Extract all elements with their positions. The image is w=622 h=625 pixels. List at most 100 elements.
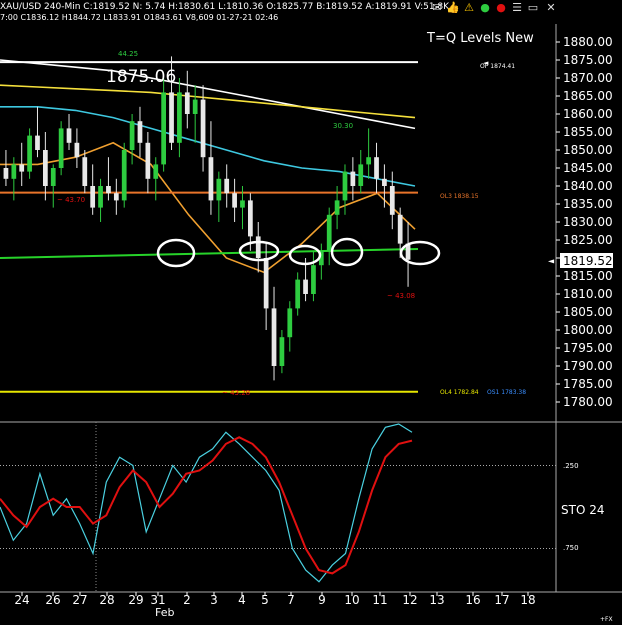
annotation-high-price: 1875.06	[106, 67, 176, 87]
candle-body	[3, 168, 9, 179]
y-tick-label: 1830.00	[563, 215, 613, 229]
candle-body	[397, 214, 403, 244]
os1-level-label: OS1 1783.38	[487, 389, 526, 396]
stoch-lower-level: .750	[563, 544, 579, 552]
y-tick-label: 1780.00	[563, 395, 613, 409]
candle-body	[58, 128, 64, 168]
candle-body	[248, 200, 253, 237]
x-tick-label: 26	[45, 593, 60, 607]
stoch-upper-level: .250	[563, 462, 579, 470]
y-tick-label: 1795.00	[563, 341, 613, 355]
x-tick-label: 4	[238, 593, 246, 607]
candle-body	[145, 142, 151, 179]
x-tick-label: 13	[429, 593, 444, 607]
x-tick-label: 9	[318, 593, 326, 607]
candle-body	[74, 142, 80, 158]
candle-body	[358, 164, 364, 186]
candle-body	[350, 171, 356, 186]
candle-body	[177, 92, 182, 143]
y-tick-label: 1880.00	[563, 35, 613, 49]
x-tick-label: 10	[344, 593, 359, 607]
y-tick-label: 1825.00	[563, 233, 613, 247]
ol4-level-label: OL4 1782.84	[440, 389, 479, 396]
x-tick-label: 3	[210, 593, 218, 607]
candle-body	[153, 164, 159, 179]
candle-body	[224, 178, 230, 194]
y-tick-label: 1835.00	[563, 197, 613, 211]
x-tick-label: 2	[183, 593, 191, 607]
candle-body	[303, 279, 308, 294]
highlight-oval	[330, 237, 364, 267]
candle-body	[232, 193, 237, 208]
ol3-level-label: OL3 1838.15	[440, 193, 479, 200]
candle-body	[11, 164, 17, 179]
candle-body	[334, 200, 340, 215]
x-tick-label: 29	[128, 593, 143, 607]
price-chart: ◄◄ 1880.001875.001870.001865.001860.0018…	[0, 24, 622, 623]
x-tick-label: 18	[520, 593, 535, 607]
candle-body	[326, 214, 332, 251]
candle-body	[279, 337, 285, 366]
candle-body	[98, 186, 103, 208]
y-tick-label: 1800.00	[563, 323, 613, 337]
annotation-43-70: ~ 43.70	[57, 196, 85, 204]
x-tick-label: 5	[261, 593, 269, 607]
candle-body	[169, 92, 174, 143]
candle-body	[161, 92, 166, 165]
current-price-arrow-icon: ◄	[548, 257, 555, 266]
candle-body	[382, 178, 387, 186]
x-tick-label: 27	[72, 593, 87, 607]
moving-average-yellow	[0, 84, 416, 119]
candle-body	[389, 186, 395, 215]
candle-body	[200, 99, 206, 158]
y-tick-label: 1845.00	[563, 161, 613, 175]
candle-body	[208, 157, 214, 201]
candle-body	[106, 186, 111, 194]
candle-body	[129, 121, 135, 150]
candle-body	[287, 308, 293, 338]
candle-body	[43, 150, 48, 186]
candle-body	[137, 121, 143, 143]
candle-body	[184, 92, 190, 114]
candle-body	[255, 236, 261, 258]
y-tick-label: 1815.00	[563, 269, 613, 283]
candle-body	[35, 135, 40, 150]
candle-body	[19, 164, 25, 172]
moving-average-white	[0, 59, 416, 130]
y-tick-label: 1870.00	[563, 71, 613, 85]
current-price-label: 1819.52	[563, 254, 613, 268]
candle-body	[295, 279, 301, 309]
op-level-label: OP 1874.41	[480, 63, 515, 70]
x-tick-label: 31	[150, 593, 165, 607]
chart-title: T=Q Levels New	[426, 31, 534, 46]
candle-body	[374, 157, 379, 179]
candle-body	[240, 200, 245, 208]
candle-body	[271, 308, 277, 366]
candle-body	[192, 99, 198, 114]
candle-body	[50, 168, 56, 186]
y-tick-label: 1840.00	[563, 179, 613, 193]
candle-body	[263, 258, 269, 309]
candle-body	[113, 193, 119, 201]
x-tick-label: 24	[14, 593, 29, 607]
y-tick-label: 1810.00	[563, 287, 613, 301]
x-tick-label: 7	[287, 593, 295, 607]
candle-body	[342, 171, 348, 201]
annotation-43-28: ~ 43.28	[222, 389, 250, 397]
fx-label: +FX	[600, 616, 613, 623]
candle-body	[90, 186, 96, 208]
x-tick-label: 11	[372, 593, 387, 607]
stoch-label: STO 24	[561, 503, 604, 517]
y-tick-label: 1850.00	[563, 143, 613, 157]
candle-body	[66, 128, 72, 143]
y-tick-label: 1785.00	[563, 377, 613, 391]
x-tick-label: 12	[402, 593, 417, 607]
annotation-30-30: 30.30	[333, 122, 353, 130]
candle-body	[216, 178, 222, 201]
highlight-oval	[288, 244, 322, 266]
x-tick-label: 16	[465, 593, 480, 607]
candle-body	[366, 157, 371, 165]
candle-body	[311, 265, 316, 294]
annotation-43-08: ~ 43.08	[387, 292, 415, 300]
y-tick-label: 1855.00	[563, 125, 613, 139]
